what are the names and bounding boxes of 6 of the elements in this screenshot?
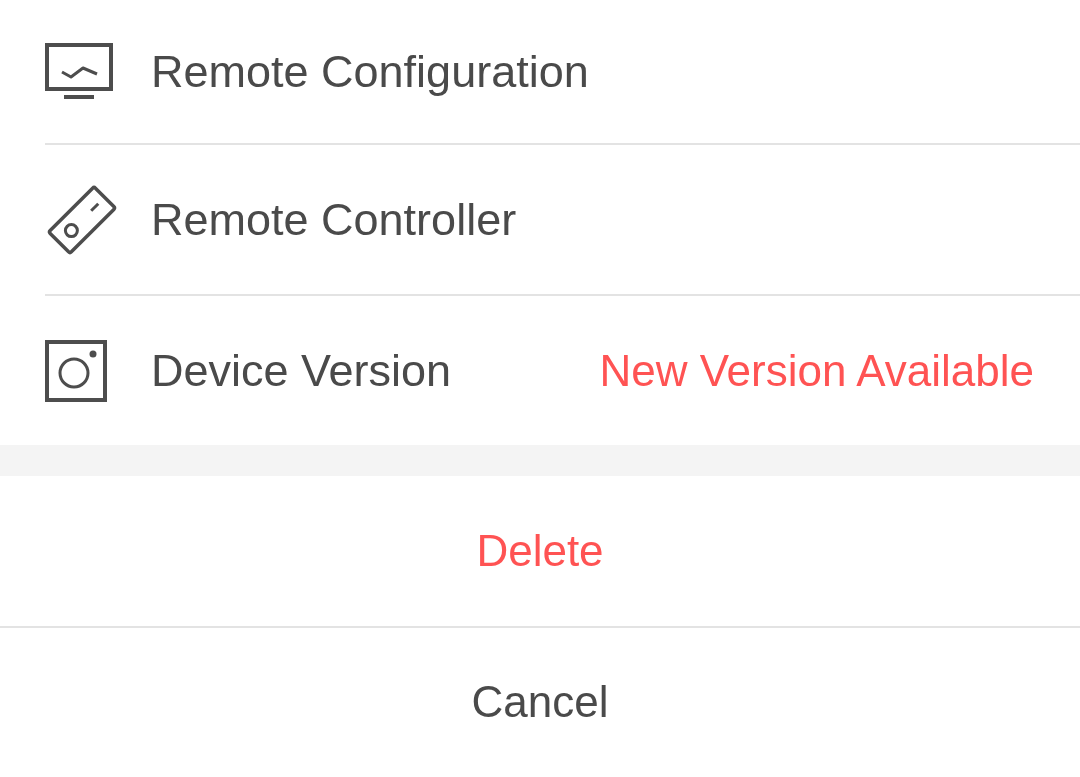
menu-item-label[interactable]: Remote Configuration [151,37,589,106]
monitor-icon [45,42,113,101]
update-status-text: New Version Available [599,344,1034,397]
camera-icon [45,339,107,402]
menu-item-label[interactable]: Device Version [151,336,452,405]
menu-item-label[interactable]: Remote Controller [151,185,517,254]
